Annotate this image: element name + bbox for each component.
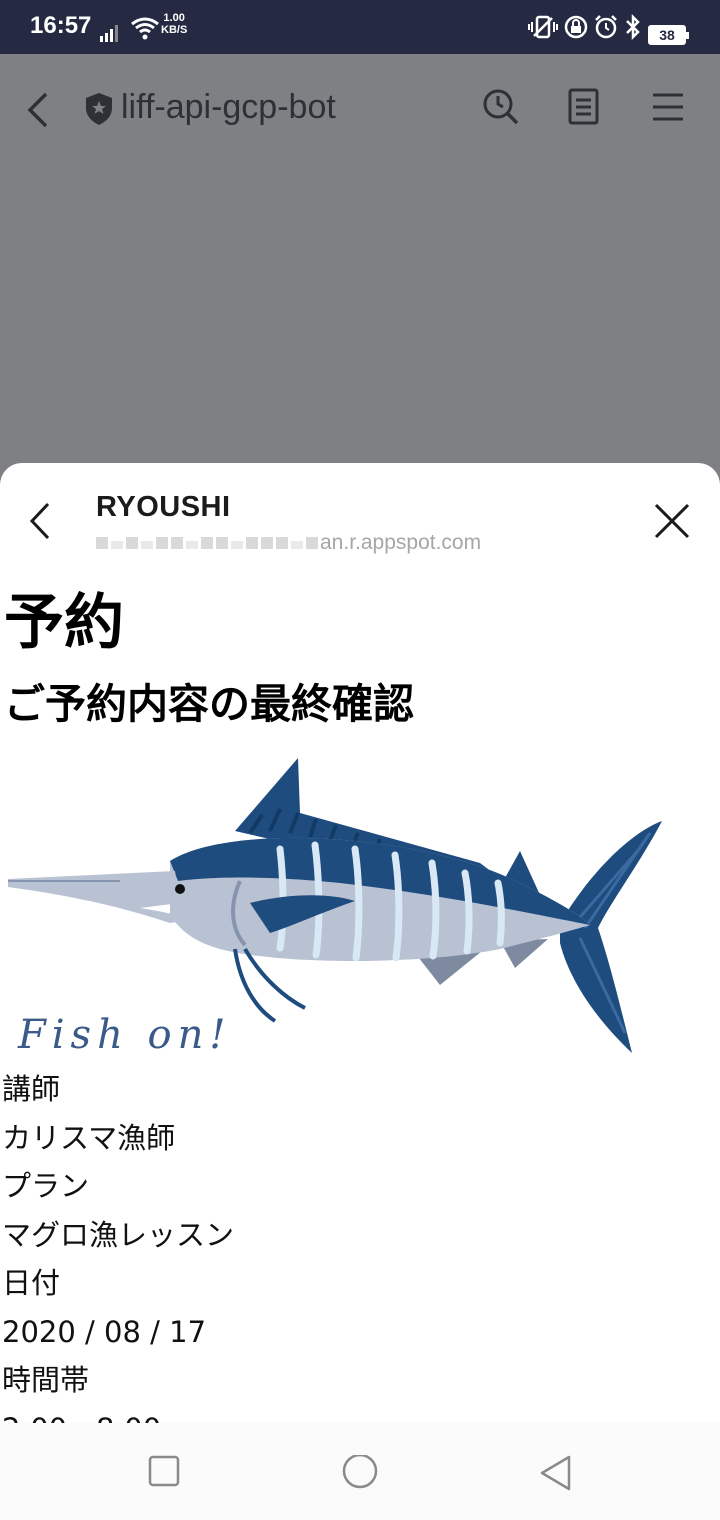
value-instructor: カリスマ漁師	[2, 1120, 176, 1155]
history-icon[interactable]	[482, 88, 520, 126]
label-plan: プラン	[2, 1169, 90, 1203]
notes-icon[interactable]	[567, 88, 601, 126]
value-date: 2020 / 08 / 17	[2, 1314, 207, 1349]
recents-button[interactable]	[148, 1455, 180, 1487]
page-title: 予約	[4, 588, 124, 658]
browser-toolbar: liff-api-gcp-bot	[0, 54, 720, 164]
status-bar: 16:57 1.00 KB/S 38	[0, 0, 720, 54]
reservation-details: 講師 カリスマ漁師 プラン マグロ漁レッスン 日付 2020 / 08 / 17…	[2, 1065, 234, 1423]
redacted-url-part	[96, 537, 318, 549]
network-speed: 1.00 KB/S	[161, 12, 187, 36]
sheet-header: RYOUSHI an.r.appspot.com	[0, 463, 720, 573]
label-instructor: 講師	[2, 1072, 61, 1106]
back-button[interactable]	[539, 1455, 573, 1491]
shield-icon	[86, 93, 112, 125]
lock-rotation-icon	[564, 15, 588, 39]
browser-title: liff-api-gcp-bot	[121, 88, 336, 126]
home-button[interactable]	[341, 1455, 379, 1493]
net-speed-unit: KB/S	[161, 24, 188, 36]
signal-icon	[100, 25, 118, 42]
bluetooth-icon	[626, 14, 640, 40]
battery-icon: 38	[648, 25, 689, 45]
vibrate-icon	[528, 15, 558, 39]
sheet-url: an.r.appspot.com	[96, 531, 481, 555]
net-speed-value: 1.00	[163, 12, 185, 24]
sheet-back-icon[interactable]	[28, 501, 54, 541]
system-icons	[528, 14, 642, 40]
fish-caption: Fish on!	[17, 1012, 231, 1058]
status-time: 16:57	[30, 12, 92, 39]
navigation-bar	[0, 1423, 720, 1520]
value-time-slot: 2:00 - 8:00	[2, 1405, 234, 1424]
label-date: 日付	[2, 1266, 61, 1300]
wifi-icon	[131, 17, 159, 40]
liff-sheet: RYOUSHI an.r.appspot.com 予約 ご予約内容の最終確認 F…	[0, 463, 720, 1423]
alarm-icon	[595, 15, 617, 39]
close-icon[interactable]	[652, 501, 692, 541]
marlin-image: Fish on!	[8, 758, 662, 1058]
back-icon[interactable]	[24, 90, 54, 130]
label-time-slot: 時間帯	[2, 1363, 90, 1397]
value-plan: マグロ漁レッスン	[2, 1217, 235, 1252]
page-subtitle: ご予約内容の最終確認	[4, 680, 414, 728]
app-name: RYOUSHI	[96, 491, 231, 523]
menu-icon[interactable]	[651, 88, 685, 126]
url-suffix: an.r.appspot.com	[320, 531, 482, 554]
overlay-backdrop[interactable]	[0, 164, 720, 464]
